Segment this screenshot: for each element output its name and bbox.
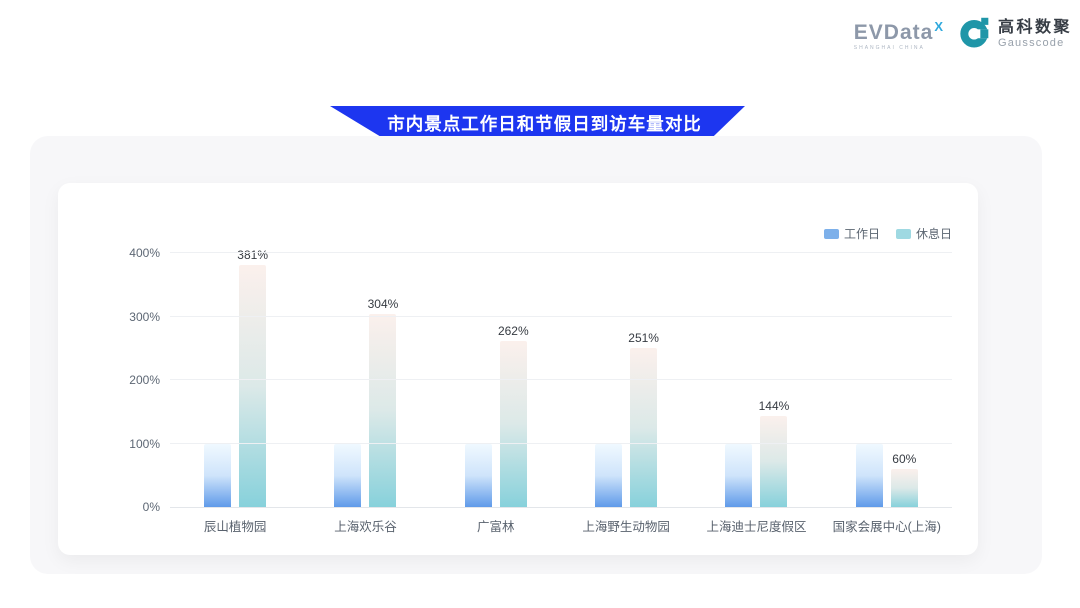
- x-axis-label: 上海野生动物园: [582, 516, 670, 535]
- x-axis-label: 上海迪士尼度假区: [706, 516, 806, 535]
- category-group: 144%上海迪士尼度假区: [691, 253, 821, 507]
- bar-value-label: 381%: [237, 248, 268, 262]
- chart-card: 工作日休息日 0%100%200%300%400% 381%辰山植物园304%上…: [58, 183, 978, 555]
- bar-休息日[interactable]: 251%: [630, 348, 657, 507]
- y-tick-label: 0%: [143, 500, 160, 514]
- bar-value-label: 144%: [759, 399, 790, 413]
- x-axis-label: 国家会展中心(上海): [833, 516, 941, 535]
- gausscode-mark-icon: [959, 16, 991, 53]
- x-axis-label: 辰山植物园: [204, 516, 267, 535]
- legend-label: 工作日: [844, 225, 880, 242]
- bar-休息日[interactable]: 144%: [760, 416, 787, 507]
- gridline: [170, 316, 952, 317]
- legend-item-休息日[interactable]: 休息日: [896, 225, 952, 242]
- bar-value-label: 304%: [368, 297, 399, 311]
- category-group: 251%上海野生动物园: [561, 253, 691, 507]
- bar-工作日[interactable]: [595, 444, 622, 508]
- title-banner: 市内景点工作日和节假日到访车量对比: [330, 106, 745, 140]
- evdata-logo-subtext: SHANGHAI CHINA: [854, 46, 943, 51]
- gausscode-en-text: Gausscode: [998, 37, 1072, 50]
- chart-legend: 工作日 休息日: [824, 225, 952, 242]
- bar-value-label: 60%: [892, 452, 916, 466]
- gridline: [170, 443, 952, 444]
- gridline: [170, 379, 952, 380]
- bar-groups: 381%辰山植物园304%上海欢乐谷262%广富林251%上海野生动物园144%…: [170, 253, 952, 507]
- evdata-logo-text: EVData: [854, 21, 934, 44]
- header-logos: EVDataX SHANGHAI CHINA 高科数聚 Gausscode: [854, 16, 1072, 53]
- page: { "header": { "evdata_logo": {"text": "E…: [0, 0, 1080, 608]
- page-title: 市内景点工作日和节假日到访车量对比: [373, 111, 702, 136]
- legend-swatch: [896, 229, 911, 239]
- y-tick-label: 400%: [129, 246, 160, 260]
- bar-工作日[interactable]: [465, 444, 492, 508]
- bar-休息日[interactable]: 304%: [369, 314, 396, 507]
- gausscode-cn-text: 高科数聚: [998, 19, 1072, 37]
- gausscode-logo: 高科数聚 Gausscode: [959, 16, 1072, 53]
- bar-休息日[interactable]: 381%: [239, 265, 266, 507]
- legend-item-工作日[interactable]: 工作日: [824, 225, 880, 242]
- evdata-logo: EVDataX SHANGHAI CHINA: [854, 16, 943, 51]
- x-axis-label: 广富林: [477, 516, 515, 535]
- bar-休息日[interactable]: 60%: [891, 469, 918, 507]
- bar-工作日[interactable]: [856, 444, 883, 508]
- gridline: [170, 252, 952, 253]
- plot-area: 381%辰山植物园304%上海欢乐谷262%广富林251%上海野生动物园144%…: [170, 253, 952, 508]
- legend-swatch: [824, 229, 839, 239]
- bar-value-label: 262%: [498, 324, 529, 338]
- legend-label: 休息日: [916, 225, 952, 242]
- x-axis-label: 上海欢乐谷: [334, 516, 397, 535]
- category-group: 60%国家会展中心(上海): [822, 253, 952, 507]
- y-tick-label: 100%: [129, 437, 160, 451]
- bar-工作日[interactable]: [204, 444, 231, 508]
- bar-休息日[interactable]: 262%: [500, 341, 527, 507]
- category-group: 304%上海欢乐谷: [300, 253, 430, 507]
- bar-工作日[interactable]: [725, 444, 752, 508]
- y-tick-label: 300%: [129, 310, 160, 324]
- y-tick-label: 200%: [129, 373, 160, 387]
- evdata-x-icon: X: [934, 19, 943, 34]
- y-axis: 0%100%200%300%400%: [94, 253, 160, 507]
- bar-工作日[interactable]: [334, 444, 361, 508]
- category-group: 262%广富林: [431, 253, 561, 507]
- bar-value-label: 251%: [628, 331, 659, 345]
- category-group: 381%辰山植物园: [170, 253, 300, 507]
